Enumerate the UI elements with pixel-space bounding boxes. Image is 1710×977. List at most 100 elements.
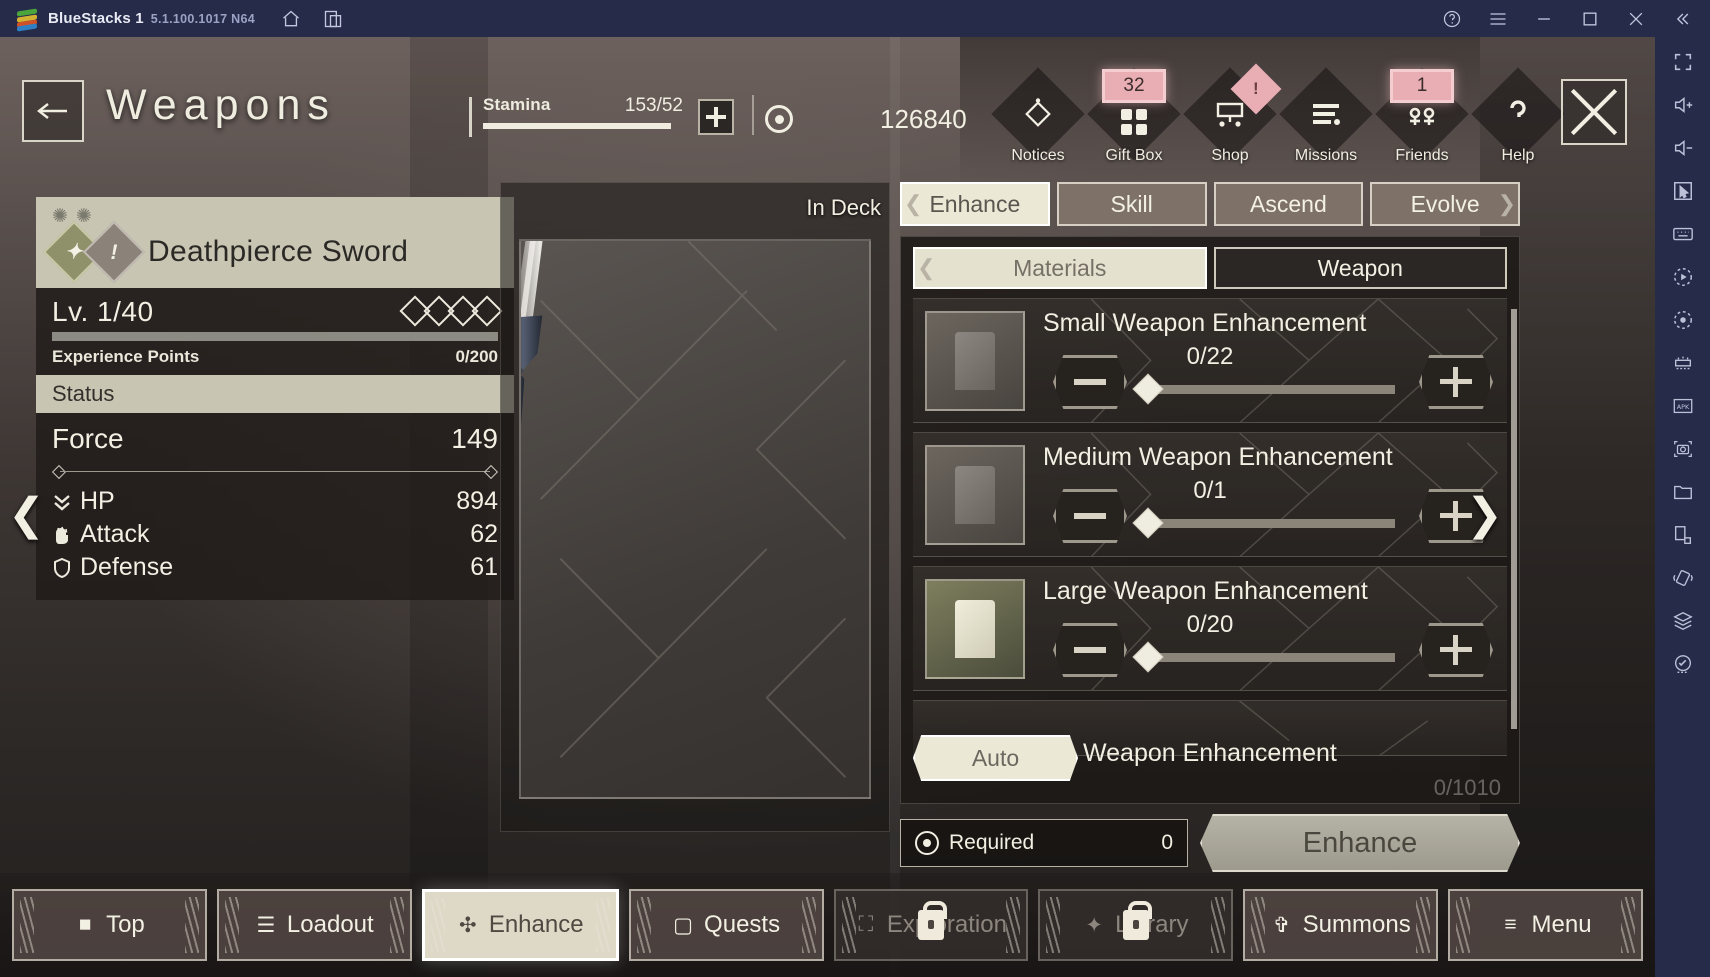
auto-button[interactable]: Auto	[913, 735, 1078, 781]
bluestacks-logo-icon	[16, 7, 38, 32]
auto-row-count: 0/1010	[1433, 775, 1501, 800]
stat-label: Attack	[80, 520, 150, 548]
svg-text:APK: APK	[1676, 403, 1689, 411]
hamburger-menu-icon[interactable]	[1488, 9, 1508, 29]
record-icon[interactable]	[1668, 305, 1698, 335]
app-version: 5.1.100.1017 N64	[150, 11, 255, 26]
menu-icon: ≡	[1504, 913, 1517, 936]
volume-down-icon[interactable]	[1668, 133, 1698, 163]
increase-button[interactable]	[1419, 623, 1493, 677]
quantity-slider[interactable]	[1132, 373, 1395, 405]
volume-up-icon[interactable]	[1668, 90, 1698, 120]
close-screen-button[interactable]	[1561, 79, 1627, 145]
menu-item-help[interactable]: Help	[1470, 67, 1566, 171]
folder-icon[interactable]	[1668, 477, 1698, 507]
limit-break-slot	[471, 295, 503, 327]
apk-install-icon[interactable]: APK	[1668, 391, 1698, 421]
stat-row: Attack 62	[52, 520, 498, 549]
loadout-icon: ☰	[256, 913, 276, 937]
nav-loadout[interactable]: ☰ Loadout	[216, 889, 412, 961]
panel-scrollbar[interactable]	[1511, 309, 1517, 729]
limit-break-slots	[399, 295, 503, 327]
weapon-name: Deathpierce Sword	[148, 235, 409, 268]
tab-ascend[interactable]: Ascend	[1213, 182, 1364, 226]
enhancement-row-small: Small Weapon Enhancement 0/22	[913, 298, 1507, 423]
screenshot-icon[interactable]	[1668, 434, 1698, 464]
nav-label: Enhance	[488, 911, 584, 938]
tab-evolve[interactable]: Evolve ❯	[1370, 182, 1520, 226]
rotate-screen-icon[interactable]	[1668, 520, 1698, 550]
nav-label: Top	[106, 911, 145, 938]
help-icon[interactable]	[1442, 9, 1462, 29]
gift-grid-icon	[1117, 105, 1151, 139]
stat-value: 61	[470, 553, 498, 581]
menu-label: Gift Box	[1105, 147, 1163, 164]
stamina-add-button[interactable]	[698, 99, 734, 135]
quantity-slider[interactable]	[1132, 641, 1395, 673]
app-name: BlueStacks 1	[48, 10, 144, 27]
nav-enhance[interactable]: ✣ Enhance	[421, 889, 619, 961]
subtab-label: Materials	[1013, 254, 1107, 281]
menu-item-shop[interactable]: ! Shop	[1182, 63, 1282, 171]
keyboard-icon[interactable]	[1668, 219, 1698, 249]
enhance-subtabs: ❮ Materials Weapon	[913, 247, 1507, 289]
subtab-weapon[interactable]: Weapon	[1213, 247, 1507, 289]
maximize-icon[interactable]	[1580, 9, 1600, 29]
nav-library[interactable]: ✦ Library	[1038, 889, 1234, 961]
nav-quests[interactable]: ▢ Quests	[628, 889, 824, 961]
nav-top[interactable]: ■ Top	[12, 889, 207, 961]
multi-instance-icon[interactable]	[323, 9, 343, 29]
fullscreen-icon[interactable]	[1668, 47, 1698, 77]
friends-badge: 1	[1390, 69, 1454, 103]
nav-exploration[interactable]: ⛶ Exploration	[833, 889, 1029, 961]
enhance-icon: ✣	[459, 913, 477, 937]
shake-icon[interactable]	[1668, 563, 1698, 593]
lock-icon	[1122, 901, 1152, 940]
exploration-icon: ⛶	[858, 913, 874, 936]
tab-enhance[interactable]: ❮ Enhance	[900, 182, 1050, 226]
quantity-slider[interactable]	[1132, 507, 1395, 539]
minimize-icon[interactable]	[1534, 9, 1554, 29]
nav-label: Quests	[704, 911, 781, 938]
tab-label: Enhance	[929, 190, 1021, 217]
subtab-materials[interactable]: ❮ Materials	[913, 247, 1207, 289]
force-divider	[51, 464, 499, 480]
titlebar: BlueStacks 1 5.1.100.1017 N64	[0, 0, 1710, 37]
gamepad-icon[interactable]	[1668, 348, 1698, 378]
auto-row-title: Weapon Enhancement	[1083, 739, 1337, 767]
next-weapon-arrow[interactable]: ❯	[1466, 489, 1503, 540]
subtab-label: Weapon	[1317, 254, 1403, 281]
chevron-left-icon: ❮	[904, 191, 923, 216]
macro-play-icon[interactable]	[1668, 262, 1698, 292]
back-button[interactable]	[22, 80, 84, 142]
missions-list-icon	[1309, 97, 1343, 131]
multi-instance-layers-icon[interactable]	[1668, 606, 1698, 636]
prev-weapon-arrow[interactable]: ❮	[8, 489, 45, 540]
location-icon[interactable]	[1668, 649, 1698, 679]
stamina-label: Stamina	[483, 95, 551, 114]
collapse-icon[interactable]	[1672, 9, 1692, 29]
home-icon[interactable]	[281, 9, 301, 29]
nav-label: Menu	[1531, 911, 1592, 938]
currency-icon	[765, 105, 793, 133]
enhance-button[interactable]: Enhance	[1200, 814, 1520, 872]
xp-progress-bar	[52, 332, 498, 341]
nav-summons[interactable]: ✞ Summons	[1243, 889, 1439, 961]
tab-skill[interactable]: Skill	[1056, 182, 1207, 226]
close-icon[interactable]	[1626, 9, 1646, 29]
menu-label: Shop	[1211, 147, 1249, 164]
menu-item-notices[interactable]: Notices	[990, 67, 1086, 171]
nav-menu[interactable]: ≡ Menu	[1448, 889, 1643, 961]
menu-item-gift-box[interactable]: 32 Gift Box	[1086, 67, 1182, 171]
menu-item-friends[interactable]: 1 Friends	[1374, 67, 1470, 171]
quests-icon: ▢	[673, 913, 693, 937]
game-header: Weapons Stamina 153/52 126840 Notices 32…	[0, 37, 1655, 177]
required-readout: Required 0	[900, 819, 1188, 867]
pointer-icon[interactable]	[1668, 176, 1698, 206]
row-count: 0/1	[1193, 477, 1227, 504]
weapon-art-frame	[519, 239, 871, 799]
menu-item-missions[interactable]: Missions	[1278, 67, 1374, 171]
increase-button[interactable]	[1419, 355, 1493, 409]
weapon-level: Lv. 1/40	[52, 296, 154, 327]
hp-chevrons-icon	[52, 491, 72, 513]
